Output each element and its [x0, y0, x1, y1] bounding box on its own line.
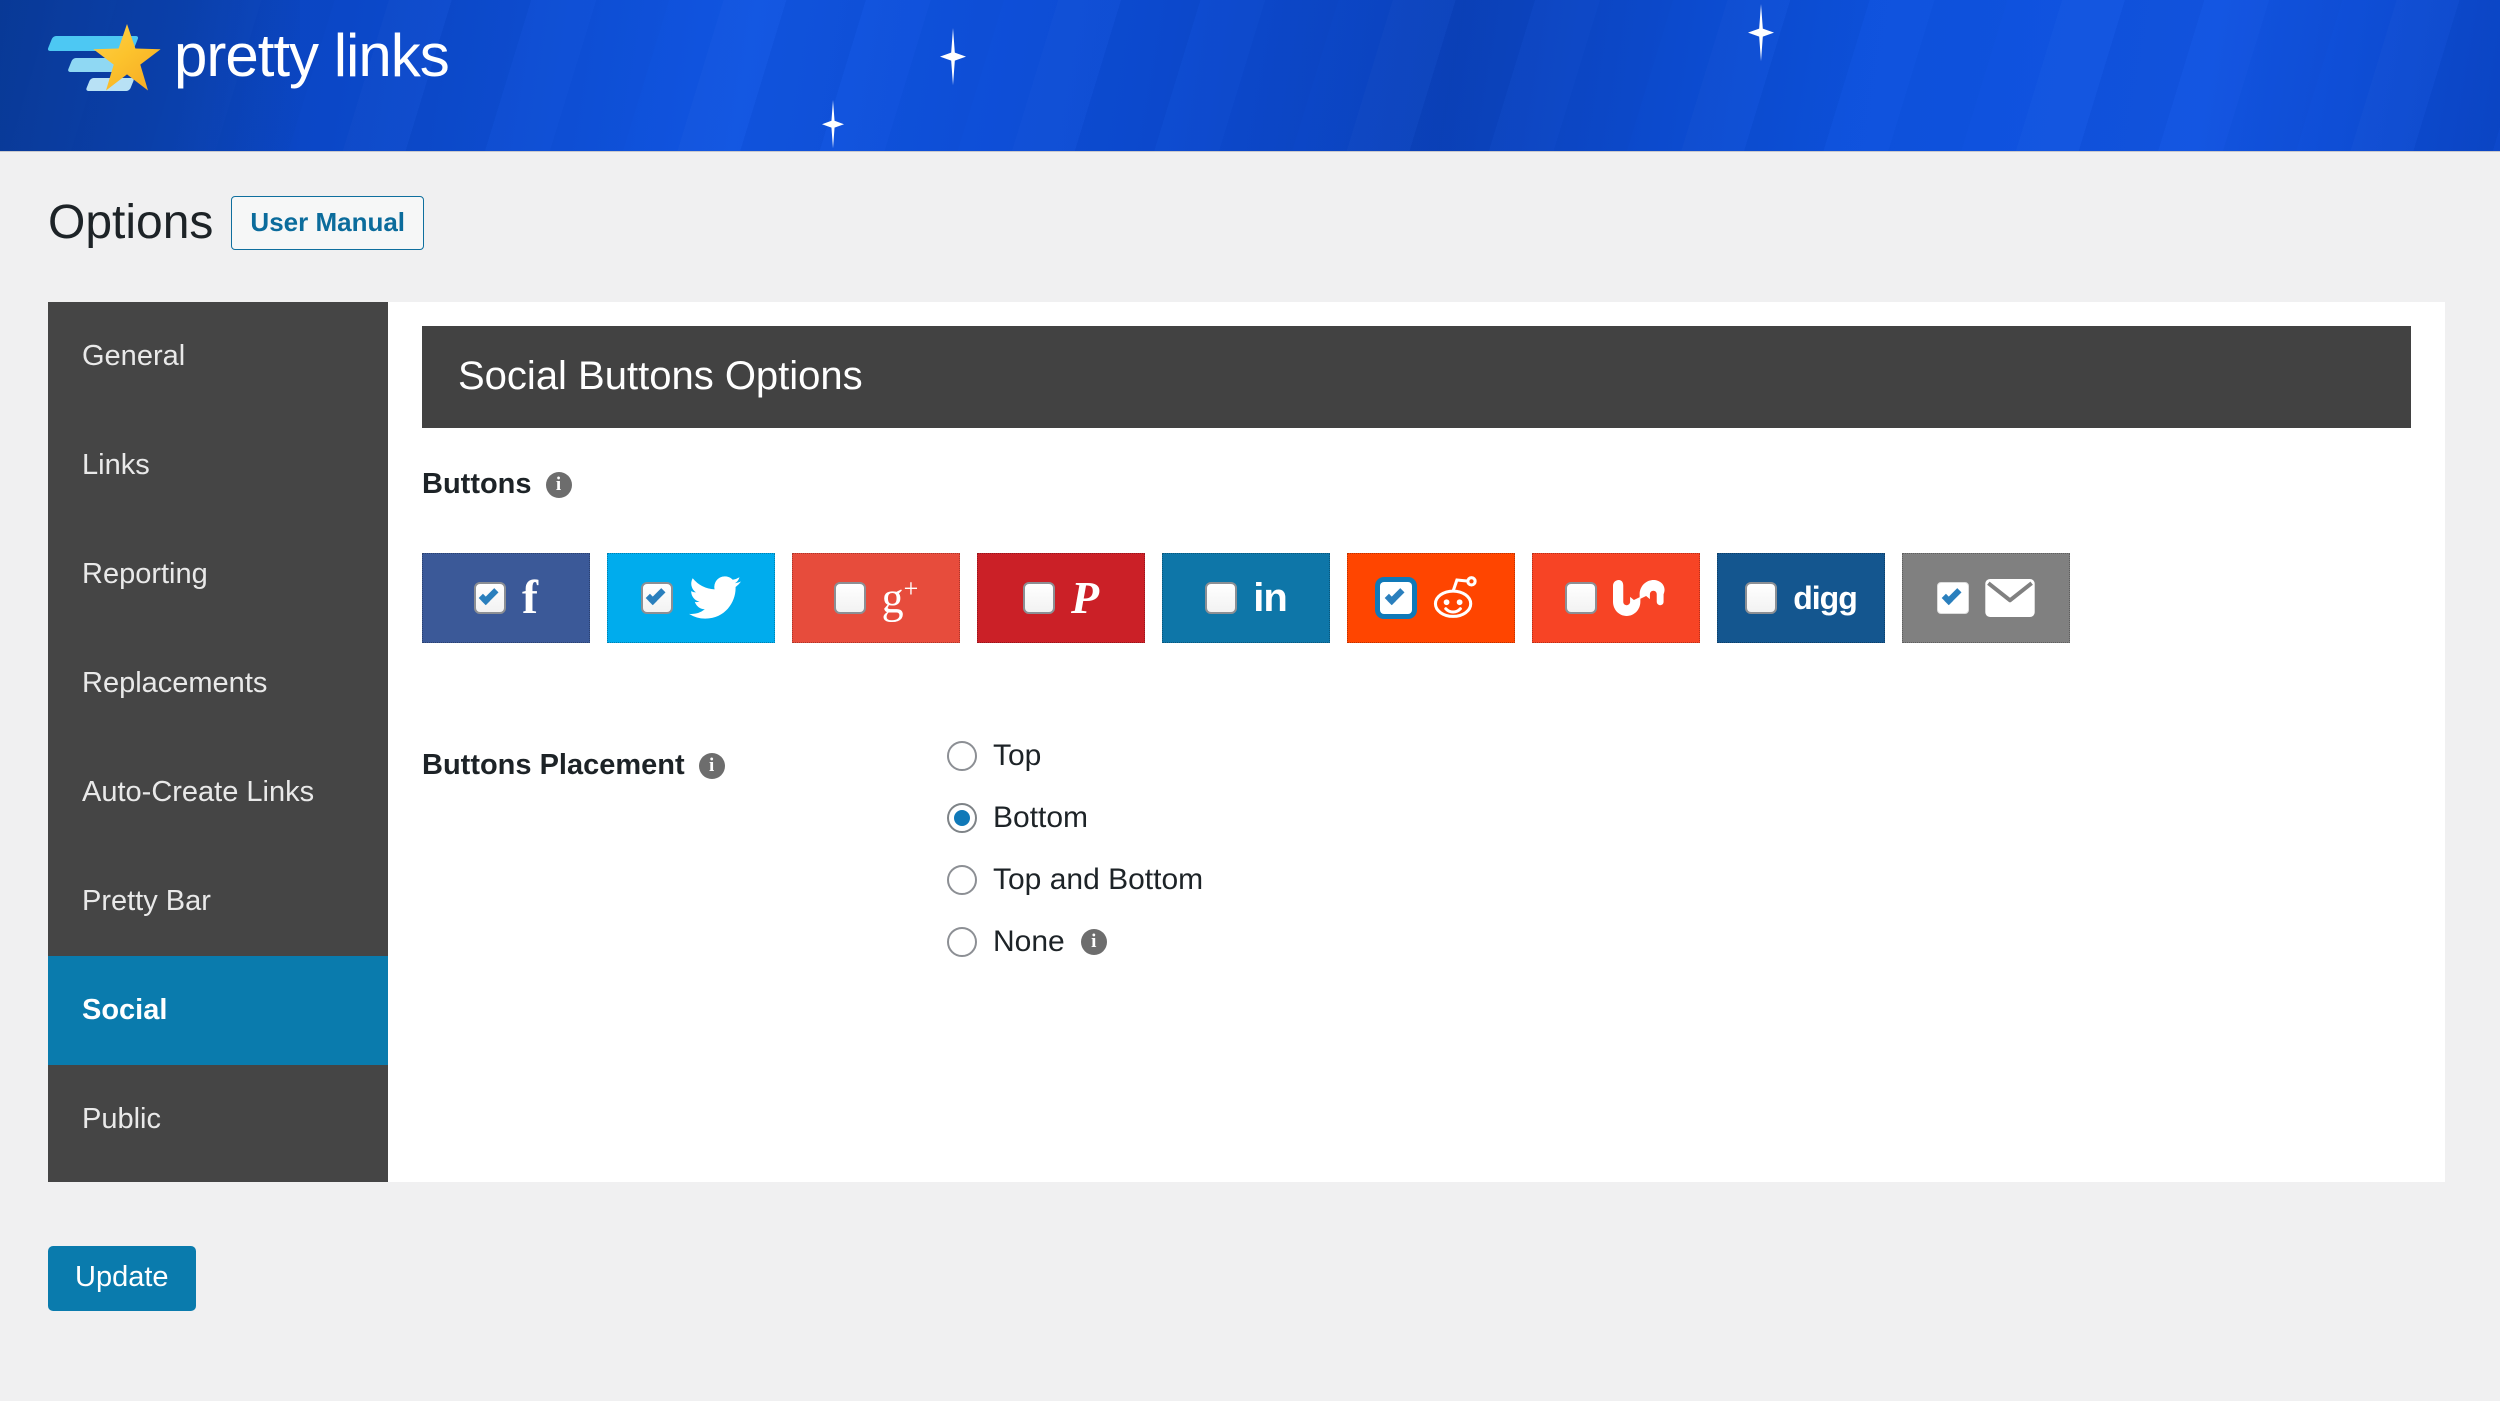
sidebar-item-reporting[interactable]: Reporting [48, 520, 388, 629]
placement-option-label: None [993, 925, 1065, 958]
placement-option-none[interactable]: None i [947, 925, 1203, 959]
checkbox-facebook[interactable] [474, 582, 506, 614]
googleplus-icon: g+ [881, 573, 919, 623]
checkbox-googleplus[interactable] [833, 582, 866, 614]
user-manual-button[interactable]: User Manual [231, 196, 425, 250]
info-icon[interactable]: i [545, 471, 572, 498]
footer-actions: Update [0, 1182, 2500, 1311]
sidebar-item-public[interactable]: Public [48, 1065, 388, 1174]
app-banner: pretty links [0, 0, 2500, 152]
placement-option-label: Bottom [993, 801, 1089, 834]
sidebar-item-pretty-bar[interactable]: Pretty Bar [48, 847, 388, 956]
social-button-reddit[interactable] [1347, 553, 1515, 643]
radio-dot [954, 810, 970, 826]
checkbox-stumbleupon[interactable] [1565, 582, 1597, 614]
settings-shell: General Links Reporting Replacements Auto-Cr… [48, 302, 2445, 1182]
pinterest-icon: P [1070, 572, 1100, 623]
sidebar-item-label: Pretty Bar [82, 885, 211, 917]
section-title: Social Buttons Options [422, 326, 2411, 428]
radio-bottom[interactable] [947, 803, 977, 833]
reddit-icon [1428, 575, 1482, 621]
placement-option-top[interactable]: Top [947, 739, 1203, 773]
placement-label-text: Buttons Placement [422, 749, 685, 781]
sidebar-item-links[interactable]: Links [48, 411, 388, 520]
placement-field-label: Buttons Placement i [422, 749, 767, 782]
placement-radio-group: Top Bottom Top and Bottom None i [767, 739, 1203, 959]
checkbox-linkedin[interactable] [1205, 582, 1238, 614]
pretty-links-logo[interactable]: pretty links [44, 18, 450, 100]
page-header: Options User Manual [0, 152, 2500, 250]
checkbox-email[interactable] [1937, 582, 1969, 614]
social-button-digg[interactable]: digg [1717, 553, 1885, 643]
buttons-field-label: Buttons i [422, 468, 2411, 501]
social-button-pinterest[interactable]: P [977, 553, 1145, 643]
sidebar-item-label: Replacements [82, 667, 268, 699]
check-icon [645, 585, 666, 606]
sidebar-item-label: Public [82, 1103, 161, 1135]
checkbox-digg[interactable] [1745, 582, 1778, 614]
check-icon [1941, 585, 1962, 606]
settings-sidebar: General Links Reporting Replacements Auto-Cr… [48, 302, 388, 1182]
social-button-facebook[interactable]: f [422, 553, 590, 643]
check-icon [478, 585, 499, 606]
placement-option-label: Top and Bottom [993, 863, 1204, 896]
buttons-label-text: Buttons [422, 468, 532, 500]
facebook-icon: f [522, 571, 538, 624]
settings-panel: Social Buttons Options Buttons i f g+ Pin d… [388, 302, 2445, 1182]
social-button-googleplus[interactable]: g+ [792, 553, 960, 643]
sidebar-item-label: Auto-Create Links [82, 776, 315, 808]
placement-option-bottom[interactable]: Bottom [947, 801, 1203, 835]
checkbox-reddit[interactable] [1380, 582, 1412, 614]
social-button-email[interactable] [1902, 553, 2070, 643]
stumbleupon-icon [1613, 579, 1667, 617]
radio-top[interactable] [947, 741, 977, 771]
sidebar-item-label: Reporting [82, 558, 208, 590]
social-button-linkedin[interactable]: in [1162, 553, 1330, 643]
shooting-star-logo-icon [44, 18, 162, 100]
sidebar-item-auto-create-links[interactable]: Auto-Create Links [48, 738, 388, 847]
info-icon[interactable]: i [1080, 929, 1107, 955]
social-button-twitter[interactable] [607, 553, 775, 643]
radio-none[interactable] [947, 927, 977, 957]
sidebar-item-general[interactable]: General [48, 302, 388, 411]
check-icon [1384, 585, 1405, 606]
buttons-placement-row: Buttons Placement i Top Bottom Top and Bot… [422, 739, 2411, 959]
social-button-stumbleupon[interactable] [1532, 553, 1700, 643]
social-buttons-row: f g+ Pin digg [422, 553, 2411, 643]
sidebar-item-label: General [82, 340, 186, 372]
placement-option-top-and-bottom[interactable]: Top and Bottom [947, 863, 1203, 897]
logo-text: pretty links [174, 22, 450, 89]
sidebar-item-label: Links [82, 449, 150, 481]
linkedin-icon: in [1253, 576, 1288, 620]
digg-icon: digg [1793, 580, 1858, 616]
radio-top-and-bottom[interactable] [947, 865, 977, 895]
twitter-icon [689, 576, 741, 620]
placement-option-label: Top [993, 739, 1042, 772]
checkbox-pinterest[interactable] [1022, 582, 1055, 614]
page-title: Options [48, 196, 214, 249]
sidebar-item-social[interactable]: Social [48, 956, 388, 1065]
info-icon[interactable]: i [698, 752, 725, 779]
sidebar-item-label: Social [82, 994, 168, 1026]
checkbox-twitter[interactable] [641, 582, 673, 614]
sidebar-item-replacements[interactable]: Replacements [48, 629, 388, 738]
email-icon [1985, 579, 2035, 617]
update-button[interactable]: Update [48, 1246, 196, 1311]
